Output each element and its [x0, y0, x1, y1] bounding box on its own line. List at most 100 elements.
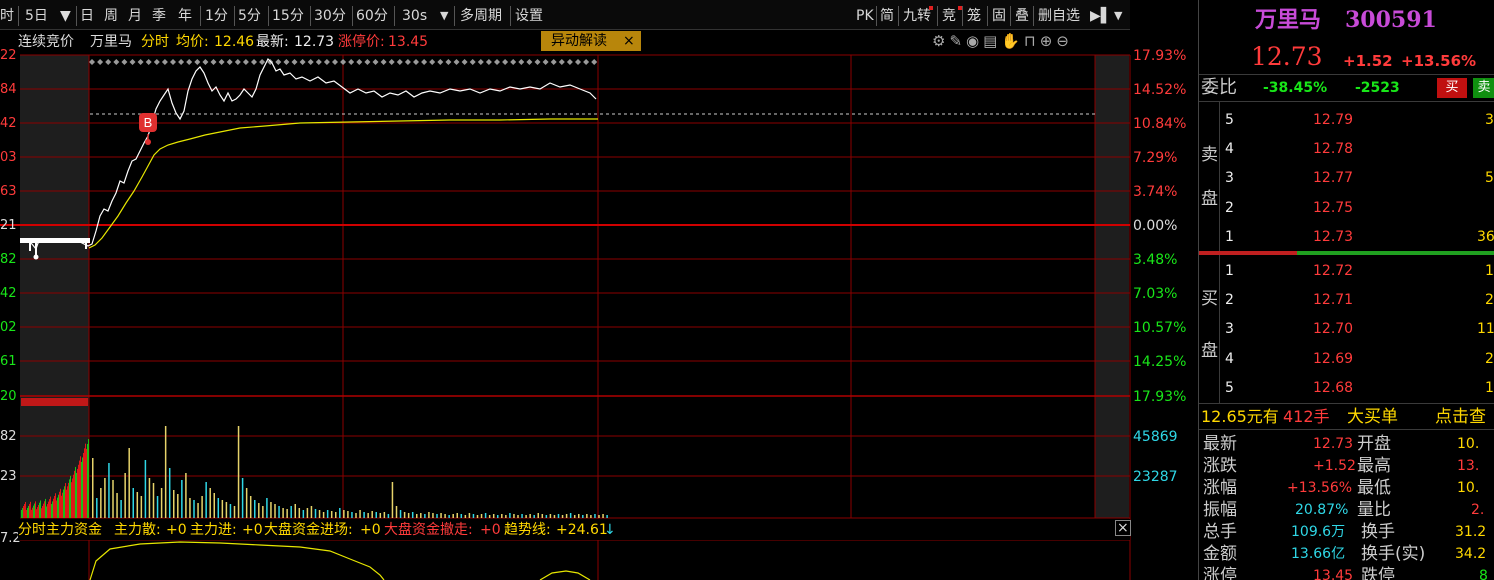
volume-bar: [541, 514, 544, 518]
period-tab-5min[interactable]: 5分: [238, 6, 261, 26]
period-tab-time[interactable]: 时: [0, 6, 14, 26]
ask-price[interactable]: 12.73: [1313, 228, 1353, 246]
fund-value: +24.61: [556, 522, 608, 538]
auction-volume-bar: [51, 503, 52, 518]
dropdown-arrow-icon[interactable]: ▼: [1114, 6, 1122, 26]
volume-bar: [582, 515, 584, 518]
pk-button[interactable]: PK: [856, 6, 874, 26]
dropdown-arrow-icon[interactable]: ▼: [440, 6, 448, 26]
close-icon[interactable]: ×: [1115, 520, 1131, 536]
period-tab-day[interactable]: 日: [80, 6, 94, 26]
period-tab-60min[interactable]: 60分: [356, 6, 388, 26]
volume-bar: [573, 515, 576, 518]
auction-volume-bar: [36, 509, 37, 518]
buy-button[interactable]: 买: [1437, 78, 1467, 98]
stat-label: 金额: [1203, 544, 1237, 564]
period-tab-quarter[interactable]: 季: [152, 6, 166, 26]
simple-button[interactable]: 简: [880, 6, 894, 26]
volume-bar: [298, 508, 301, 518]
auction-volume-bar: [56, 500, 57, 518]
bid-price[interactable]: 12.71: [1313, 291, 1353, 309]
volume-bar: [335, 512, 337, 518]
volume-bar: [416, 514, 418, 518]
volume-bar: [245, 488, 248, 518]
auction-button[interactable]: 竞: [942, 6, 956, 26]
collapse-panel-icon[interactable]: ▶▌: [1090, 6, 1112, 26]
period-tab-5day[interactable]: 5日: [25, 6, 48, 26]
big-order-link[interactable]: 点击查: [1435, 408, 1486, 426]
bid-volume: 1: [1485, 263, 1494, 279]
period-tab-30min[interactable]: 30分: [314, 6, 346, 26]
period-tab-15min[interactable]: 15分: [272, 6, 304, 26]
auction-volume-bar: [57, 497, 58, 518]
volume-bar: [594, 514, 596, 518]
auction-volume-bar: [53, 498, 54, 518]
stat-value: 31.2: [1455, 524, 1487, 540]
auction-volume-bar: [46, 506, 47, 518]
auction-volume-bar: [83, 452, 84, 518]
fix-button[interactable]: 固: [992, 6, 1006, 26]
volume-bar: [525, 515, 527, 518]
bid-price[interactable]: 12.72: [1313, 262, 1353, 280]
auction-volume-bar: [23, 505, 24, 518]
ask-price[interactable]: 12.77: [1313, 169, 1353, 187]
auction-volume-bar: [88, 439, 89, 518]
period-tab-year[interactable]: 年: [178, 6, 192, 26]
period-tab-30s[interactable]: 30s: [402, 6, 427, 26]
dropdown-arrow-icon[interactable]: ▼: [60, 6, 71, 26]
ask-price[interactable]: 12.75: [1313, 199, 1353, 217]
volume-bar: [104, 478, 106, 518]
volume-bar: [424, 514, 426, 518]
period-tab-1min[interactable]: 1分: [205, 6, 228, 26]
auction-volume-bar: [27, 507, 28, 518]
volume-bar: [420, 513, 422, 518]
multi-period-button[interactable]: 多周期: [460, 6, 502, 26]
event-marker-diamond: [97, 59, 104, 65]
bid-price[interactable]: 12.68: [1313, 379, 1353, 397]
ask-price[interactable]: 12.78: [1313, 140, 1353, 158]
intraday-chart[interactable]: B: [0, 31, 1198, 580]
volume-bar: [177, 494, 179, 518]
period-tab-week[interactable]: 周: [104, 6, 118, 26]
auction-volume-bar: [42, 505, 43, 518]
toolbar: 时 5日 ▼ 日 周 月 季 年 1分 5分 15分 30分 60分 30s ▼…: [0, 0, 1130, 30]
event-marker-diamond: [372, 59, 379, 65]
event-marker-diamond: [218, 59, 225, 65]
period-tab-month[interactable]: 月: [128, 6, 142, 26]
stat-label: 振幅: [1203, 500, 1237, 520]
volume-bar: [193, 500, 195, 518]
bid-level: 1: [1225, 263, 1234, 279]
remove-watchlist-button[interactable]: 删自选: [1038, 6, 1080, 26]
volume-bar: [164, 426, 167, 518]
event-markers: [89, 59, 598, 65]
price-axis-right-label: 0.00%: [1133, 218, 1178, 234]
volume-bar: [351, 512, 353, 518]
auction-volume-bar: [74, 470, 75, 518]
auction-volume-bar: [39, 502, 40, 518]
volume-bar: [403, 512, 406, 518]
ask-bid-ratio-bar-green: [1297, 251, 1494, 255]
sell-button[interactable]: 卖: [1473, 78, 1494, 98]
auction-volume-bar: [21, 510, 22, 518]
event-marker-diamond: [502, 59, 509, 65]
volume-bar: [488, 515, 491, 518]
volume-bar: [254, 500, 256, 518]
cage-button[interactable]: 笼: [967, 6, 981, 26]
bid-price[interactable]: 12.70: [1313, 320, 1353, 338]
big-order-label: 大买单: [1347, 407, 1398, 427]
overlay-button[interactable]: 叠: [1015, 6, 1029, 26]
volume-bar: [286, 509, 288, 518]
bid-price[interactable]: 12.69: [1313, 350, 1353, 368]
ask-price[interactable]: 12.79: [1313, 111, 1353, 129]
volume-bar: [209, 488, 211, 518]
auction-volume-bar: [78, 464, 79, 518]
auction-volume-bar: [41, 508, 42, 518]
nine-turn-button[interactable]: 九转: [903, 6, 931, 26]
volume-bar: [108, 463, 110, 518]
event-marker-diamond: [283, 59, 290, 65]
auction-volume-bar: [35, 501, 36, 518]
volume-bar: [492, 514, 495, 518]
volume-bar: [484, 513, 487, 518]
event-marker-diamond: [396, 59, 403, 65]
settings-button[interactable]: 设置: [515, 6, 543, 26]
